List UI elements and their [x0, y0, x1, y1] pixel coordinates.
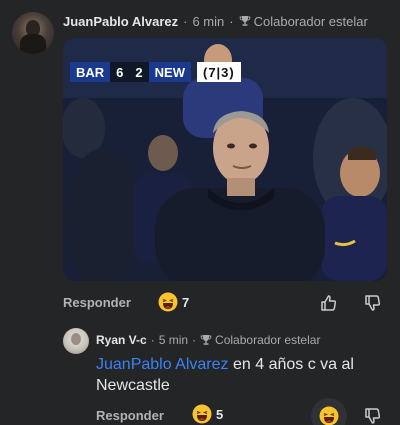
home-score: 6: [110, 62, 130, 82]
username[interactable]: JuanPablo Alvarez: [63, 14, 178, 29]
username[interactable]: Ryan V-c: [96, 333, 147, 347]
like-button[interactable]: [318, 292, 340, 314]
timestamp: 6 min: [192, 13, 225, 29]
reply-button[interactable]: Responder: [63, 295, 131, 310]
laughing-emoji-icon: [158, 292, 178, 312]
laughing-emoji-icon: [192, 404, 212, 424]
thumbs-down-icon: [365, 408, 381, 424]
separator-dot: ·: [192, 333, 197, 347]
comment-image[interactable]: BAR 6 2 NEW (7|3): [63, 38, 387, 281]
mention-link[interactable]: JuanPablo Alvarez: [96, 356, 229, 373]
avatar-figure-body: [20, 34, 46, 54]
thumbs-up-icon: [321, 295, 337, 311]
comment-header: JuanPablo Alvarez · 6 min · Colaborador …: [63, 12, 368, 30]
reaction-count: 7: [182, 294, 190, 310]
trophy-icon: [200, 335, 212, 345]
separator-dot: ·: [229, 13, 234, 29]
separator-dot: ·: [150, 333, 155, 347]
badge-label: Colaborador estelar: [215, 333, 321, 347]
avatar[interactable]: [63, 328, 89, 354]
away-score: 2: [129, 62, 149, 82]
timestamp: 5 min: [158, 333, 189, 347]
reaction-counter[interactable]: 7: [158, 292, 189, 312]
trophy-icon: [239, 16, 250, 26]
aggregate-score: (7|3): [196, 62, 241, 82]
reaction-count: 5: [216, 406, 224, 422]
reaction-counter[interactable]: 5: [192, 404, 223, 424]
away-team: NEW: [148, 62, 191, 82]
scoreboard: BAR 6 2 NEW (7|3): [70, 62, 241, 82]
separator-dot: ·: [183, 13, 188, 29]
avatar-face: [71, 333, 81, 345]
comment-header: Ryan V-c · 5 min · Colaborador estelar: [96, 332, 320, 348]
reply-button[interactable]: Responder: [96, 408, 164, 423]
dislike-button[interactable]: [362, 292, 384, 314]
thumbs-down-icon: [365, 295, 381, 311]
badge-label: Colaborador estelar: [253, 13, 368, 29]
comment-body: JuanPablo Alvarez en 4 años c va al Newc…: [96, 354, 386, 396]
dislike-button[interactable]: [362, 405, 384, 425]
avatar[interactable]: [12, 12, 54, 54]
laugh-react-button[interactable]: [311, 398, 347, 425]
home-team: BAR: [70, 62, 111, 82]
laughing-emoji-icon: [319, 406, 339, 425]
